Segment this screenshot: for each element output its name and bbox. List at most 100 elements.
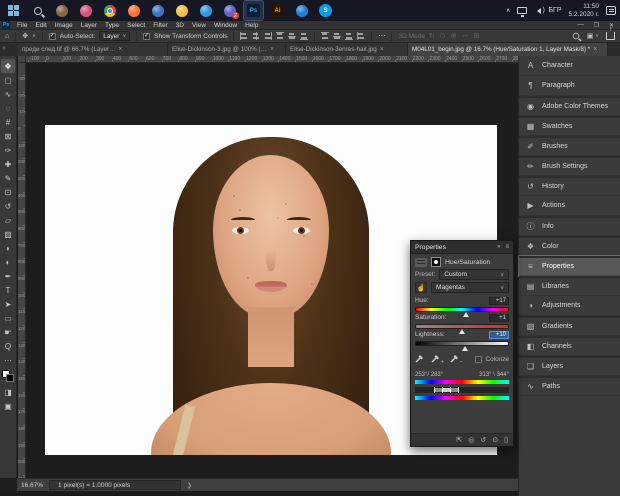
blur-tool[interactable]: ◗	[1, 241, 15, 255]
dock-item-color[interactable]: ❖Color	[519, 236, 620, 256]
history-brush-tool[interactable]: ↺	[1, 199, 15, 213]
dock-item-swatches[interactable]: ▦Swatches	[519, 116, 620, 136]
zoom-tool[interactable]: Q	[1, 339, 15, 353]
home-icon[interactable]: ⌂	[5, 33, 9, 40]
hand-tool[interactable]: ☛	[1, 325, 15, 339]
dock-item-paths[interactable]: ∿Paths	[519, 376, 620, 396]
eyedropper-add-icon[interactable]: +	[431, 350, 444, 368]
color-swatches[interactable]	[2, 370, 14, 382]
dock-item-properties[interactable]: ≡Properties	[519, 256, 620, 276]
distribute-top-icon[interactable]	[321, 32, 329, 40]
hue-range-slider[interactable]	[415, 387, 509, 393]
dock-item-layers[interactable]: ❏Layers	[519, 356, 620, 376]
app-photoshop[interactable]: Ps	[244, 1, 263, 20]
toolbar-overflow-chevron[interactable]: »	[2, 45, 6, 52]
range-handle[interactable]	[458, 387, 459, 393]
show-transform-checkbox[interactable]: ✓	[143, 33, 150, 40]
toolbar-ellipsis[interactable]: ⋯	[1, 353, 15, 367]
document-tab[interactable]: Elise-Dickinson-3.jpg @ 100% (…×	[168, 43, 286, 56]
app-edge[interactable]	[196, 1, 215, 20]
3d-mode-icon[interactable]: ⊞	[473, 32, 479, 40]
healing-brush-tool[interactable]: ✚	[1, 157, 15, 171]
adjustment-layer-icon[interactable]	[415, 258, 427, 267]
delete-icon[interactable]: ▯	[504, 436, 508, 444]
panel-menu-icon[interactable]: ≡	[505, 244, 509, 250]
dock-item-character[interactable]: ACharacter	[519, 56, 620, 76]
clock[interactable]: 11:50 5.2.2020 г.	[569, 3, 600, 18]
menu-image[interactable]: Image	[51, 21, 77, 29]
saturation-slider-thumb[interactable]	[459, 329, 465, 334]
saturation-slider[interactable]: Saturation:+1	[415, 313, 509, 329]
eyedropper-subtract-icon[interactable]: −	[450, 350, 463, 368]
align-left-icon[interactable]	[240, 32, 248, 40]
quick-mask-button[interactable]: ◨	[1, 385, 15, 399]
collapse-panel-icon[interactable]: »	[497, 244, 500, 250]
language-indicator[interactable]: БГР	[548, 7, 561, 14]
app-calculator[interactable]	[148, 1, 167, 20]
search-icon[interactable]	[573, 33, 579, 39]
menu-file[interactable]: File	[13, 21, 31, 29]
align-center-h-icon[interactable]	[252, 32, 260, 40]
tab-close-icon[interactable]: ×	[270, 46, 274, 53]
colorize-checkbox[interactable]	[475, 356, 482, 363]
horizontal-ruler[interactable]: -200-10001002003004005006007008009001000…	[26, 56, 518, 63]
align-right-icon[interactable]	[264, 32, 272, 40]
dock-item-history[interactable]: ↺History	[519, 176, 620, 196]
restore-button[interactable]: ❐	[594, 22, 599, 29]
eraser-tool[interactable]: ▱	[1, 213, 15, 227]
app-firefox[interactable]	[124, 1, 143, 20]
status-chevron-icon[interactable]: ❯	[187, 482, 192, 489]
eyedropper-tool[interactable]: ✑	[1, 143, 15, 157]
menu-help[interactable]: Help	[241, 21, 262, 29]
lightness-slider-track[interactable]	[415, 341, 509, 346]
preset-dropdown[interactable]: Custom ∨	[439, 269, 509, 280]
auto-select-dropdown[interactable]: Layer ∨	[99, 31, 130, 41]
3d-mode-icon[interactable]: ↔	[461, 32, 468, 40]
menu-window[interactable]: Window	[210, 21, 241, 29]
layer-mask-icon[interactable]	[431, 257, 441, 267]
app-file-explorer[interactable]	[172, 1, 191, 20]
document-tab[interactable]: M04L01_begin.jpg @ 16.7% (Hue/Saturation…	[408, 43, 608, 56]
minimize-button[interactable]: —	[578, 22, 584, 29]
menu-type[interactable]: Type	[101, 21, 123, 29]
clone-stamp-tool[interactable]: ⊡	[1, 185, 15, 199]
dock-item-info[interactable]: ⓘInfo	[519, 216, 620, 236]
background-color-swatch[interactable]	[6, 374, 14, 382]
lasso-tool[interactable]: ∿	[1, 87, 15, 101]
distribute-left-icon[interactable]	[357, 32, 365, 40]
tab-close-icon[interactable]: ×	[593, 46, 597, 53]
hue-slider-thumb[interactable]	[463, 312, 469, 317]
options-ellipsis-button[interactable]: ⋯	[378, 32, 385, 40]
menu-3d[interactable]: 3D	[172, 21, 188, 29]
range-handle[interactable]	[434, 387, 435, 393]
previous-state-icon[interactable]: ◎	[468, 436, 474, 444]
3d-mode-icon[interactable]: ⊕	[451, 32, 457, 40]
move-tool[interactable]: ✥	[1, 59, 15, 73]
auto-select-checkbox[interactable]: ✓	[49, 33, 56, 40]
pen-tool[interactable]: ✒	[1, 269, 15, 283]
start-button[interactable]	[4, 1, 23, 20]
volume-icon[interactable]	[534, 8, 541, 14]
dock-item-adobe-color-themes[interactable]: ◉Adobe Color Themes	[519, 96, 620, 116]
app-paint[interactable]	[76, 1, 95, 20]
saturation-slider-value[interactable]: +1	[489, 314, 509, 322]
quick-selection-tool[interactable]: ◌	[1, 101, 15, 115]
tray-chevron-icon[interactable]: ∧	[506, 7, 510, 14]
distribute-center-v-icon[interactable]	[333, 32, 341, 40]
menu-view[interactable]: View	[188, 21, 210, 29]
distribute-bottom-icon[interactable]	[345, 32, 353, 40]
menu-edit[interactable]: Edit	[31, 21, 50, 29]
move-tool-icon[interactable]: ✥	[22, 32, 28, 40]
dodge-tool[interactable]: ◐	[1, 255, 15, 269]
tab-close-icon[interactable]: ×	[380, 46, 384, 53]
dock-item-libraries[interactable]: ▤Libraries	[519, 276, 620, 296]
app-behance[interactable]	[292, 1, 311, 20]
hue-slider-track[interactable]	[415, 307, 509, 312]
dock-item-gradients[interactable]: ▧Gradients	[519, 316, 620, 336]
type-tool[interactable]: T	[1, 283, 15, 297]
menu-filter[interactable]: Filter	[149, 21, 171, 29]
range-handle[interactable]	[450, 387, 451, 393]
gradient-tool[interactable]: ▨	[1, 227, 15, 241]
menu-layer[interactable]: Layer	[77, 21, 101, 29]
app-discord[interactable]: 2	[220, 1, 239, 20]
